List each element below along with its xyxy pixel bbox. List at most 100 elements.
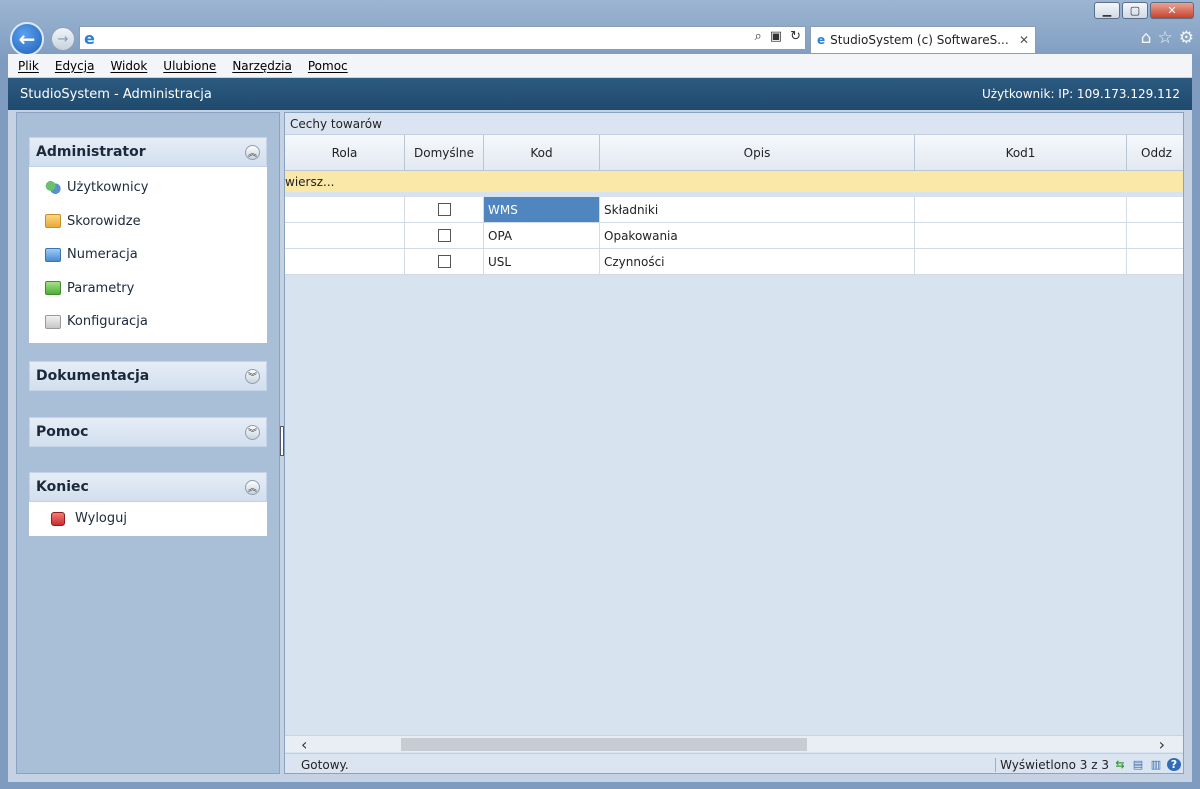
panel-title: Pomoc [36,424,89,440]
search-icon[interactable]: ⌕ [755,29,762,44]
close-window-button[interactable]: ✕ [1150,2,1194,19]
cell-kod1[interactable] [915,197,1127,222]
panel-dokumentacja: Dokumentacja ︾ [29,361,267,391]
scrollbar-thumb[interactable] [401,738,807,751]
record-count: Wyświetlono 3 z 3 [995,757,1109,772]
grid-title: Cechy towarów [285,113,1183,135]
cell-domyslne[interactable] [405,197,484,222]
status-text: Gotowy. [301,757,349,772]
table-row[interactable]: OPA Opakowania [285,223,1183,249]
chevron-down-icon[interactable]: ︾ [245,424,260,440]
user-info: Użytkownik: IP: 109.173.129.112 [981,87,1180,101]
horizontal-scrollbar[interactable]: ‹ › [285,735,1183,754]
panel-pomoc-header[interactable]: Pomoc ︾ [29,417,267,447]
sidebar-item-skorowidze[interactable]: Skorowidze [29,205,267,239]
sidebar-item-label: Skorowidze [67,213,141,229]
app-header: StudioSystem - Administracja Użytkownik:… [8,78,1192,110]
scroll-left-icon[interactable]: ‹ [301,735,307,754]
sidebar-item-numeracja[interactable]: Numeracja [29,238,267,272]
sidebar-item-label: Numeracja [67,247,138,263]
column-header-oddz[interactable]: Oddz [1127,135,1183,170]
tab-close-icon[interactable]: ✕ [1019,33,1035,47]
status-right: Wyświetlono 3 z 3 ⇆ ▤ ▥ ? [995,757,1183,772]
sidebar-item-label: Użytkownicy [67,180,149,196]
status-bar: Gotowy. Wyświetlono 3 z 3 ⇆ ▤ ▥ ? [285,753,1183,773]
grid-body: WMS Składniki OPA Opakowania USL Czynnoś… [285,197,1183,275]
column-header-rola[interactable]: Rola [285,135,405,170]
menu-narzedzia[interactable]: Narzędzia [232,59,292,73]
table-row[interactable]: WMS Składniki [285,197,1183,223]
menu-plik[interactable]: Plik [18,59,39,73]
cell-kod[interactable]: WMS [484,197,600,222]
panel-koniec-header[interactable]: Koniec ︽ [29,472,267,502]
cell-domyslne[interactable] [405,249,484,274]
cell-kod1[interactable] [915,223,1127,248]
column-header-kod1[interactable]: Kod1 [915,135,1127,170]
menu-pomoc[interactable]: Pomoc [308,59,348,73]
folder-blue-icon [45,247,61,262]
column-header-opis[interactable]: Opis [600,135,915,170]
grid-header: Rola Domyślne Kod Opis Kod1 Oddz [285,135,1183,171]
cell-kod[interactable]: OPA [484,223,600,248]
panel-administrator-header[interactable]: Administrator ︽ [29,137,267,167]
table-row[interactable]: USL Czynności [285,249,1183,275]
refresh-icon[interactable]: ↻ [790,29,801,44]
grid-panel: Cechy towarów Rola Domyślne Kod Opis Kod… [284,112,1184,774]
cell-rola[interactable] [285,249,405,274]
sidebar-item-wyloguj[interactable]: Wyloguj [29,502,267,536]
column-header-kod[interactable]: Kod [484,135,600,170]
star-icon[interactable]: ☆ [1158,28,1173,48]
menu-widok[interactable]: Widok [110,59,147,73]
compat-view-icon[interactable]: ▣ [770,29,782,44]
default-checkbox[interactable] [437,203,451,216]
menu-ulubione[interactable]: Ulubione [163,59,216,73]
cell-oddz[interactable] [1127,197,1183,222]
sidebar-item-label: Wyloguj [75,511,127,527]
cell-opis[interactable]: Składniki [600,197,915,222]
default-checkbox[interactable] [437,255,451,268]
back-button[interactable]: ← [10,22,44,56]
panel-title: Koniec [36,479,89,495]
cell-oddz[interactable] [1127,249,1183,274]
sidebar-item-uzytkownicy[interactable]: Użytkownicy [29,171,267,205]
panel-dokumentacja-header[interactable]: Dokumentacja ︾ [29,361,267,391]
export-icon[interactable]: ▤ [1131,758,1145,771]
browser-toolbar-icons: ⌂ ☆ ⚙ [1141,28,1194,48]
sidebar-item-label: Parametry [67,280,135,296]
cell-opis[interactable]: Czynności [600,249,915,274]
gear-icon[interactable]: ⚙ [1179,28,1194,48]
tab-title: StudioSystem (c) SoftwareS... [830,33,1009,47]
cell-kod1[interactable] [915,249,1127,274]
cell-rola[interactable] [285,223,405,248]
home-icon[interactable]: ⌂ [1141,28,1152,48]
folder-green-icon [45,281,61,296]
chevron-up-icon[interactable]: ︽ [245,479,260,495]
column-header-domyslne[interactable]: Domyślne [405,135,484,170]
menu-edycja[interactable]: Edycja [55,59,95,73]
maximize-button[interactable]: ▢ [1122,2,1148,19]
default-checkbox[interactable] [437,229,451,242]
panel-title: Administrator [36,144,146,160]
cell-kod[interactable]: USL [484,249,600,274]
cell-oddz[interactable] [1127,223,1183,248]
refresh-icon[interactable]: ⇆ [1113,758,1127,771]
sidebar: Administrator ︽ Użytkownicy Skorowidze N… [16,112,280,774]
chevron-down-icon[interactable]: ︾ [245,368,260,384]
print-icon[interactable]: ▥ [1149,758,1163,771]
scroll-right-icon[interactable]: › [1159,735,1165,754]
minimize-button[interactable]: ▁ [1094,2,1120,19]
forward-button[interactable]: → [51,27,75,51]
new-row[interactable]: wiersz... [285,171,1183,192]
address-bar[interactable]: e ⌕ ▣ ↻ [79,26,806,50]
sidebar-item-parametry[interactable]: Parametry [29,272,267,306]
help-icon[interactable]: ? [1167,758,1181,771]
cell-opis[interactable]: Opakowania [600,223,915,248]
chevron-up-icon[interactable]: ︽ [245,144,260,160]
navigation-bar: ← → e ⌕ ▣ ↻ e StudioSystem (c) SoftwareS… [0,22,1200,56]
sidebar-item-konfiguracja[interactable]: Konfiguracja [29,305,267,339]
panel-pomoc: Pomoc ︾ [29,417,267,447]
browser-tab[interactable]: e StudioSystem (c) SoftwareS... ✕ [810,26,1036,53]
cell-domyslne[interactable] [405,223,484,248]
cell-rola[interactable] [285,197,405,222]
folder-gray-icon [45,314,61,329]
